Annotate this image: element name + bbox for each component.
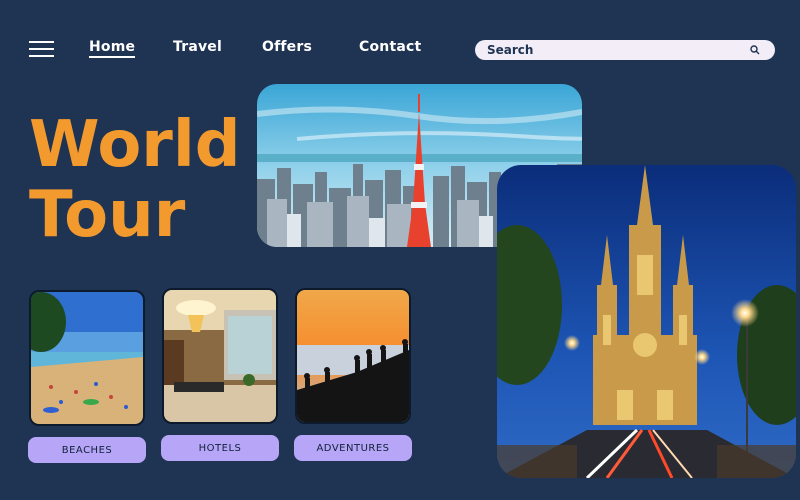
hotels-card[interactable]: [162, 288, 278, 424]
nav-travel[interactable]: Travel: [173, 39, 222, 55]
beaches-card[interactable]: [29, 290, 145, 426]
search-bar: [475, 40, 775, 60]
nav-offers[interactable]: Offers: [262, 39, 312, 55]
hamburger-menu-icon[interactable]: [29, 41, 54, 57]
cathedral-photo: [497, 165, 796, 478]
nav-home[interactable]: Home: [89, 39, 136, 58]
hero-title-line2: Tour: [29, 178, 186, 252]
search-icon[interactable]: [749, 44, 761, 56]
hero-title: World Tour: [29, 110, 241, 250]
adventures-card[interactable]: [295, 288, 411, 424]
hero-title-line1: World: [29, 108, 241, 182]
nav-contact[interactable]: Contact: [359, 39, 421, 55]
hotels-button[interactable]: HOTELS: [161, 435, 279, 461]
search-input[interactable]: [487, 40, 737, 60]
adventures-button[interactable]: ADVENTURES: [294, 435, 412, 461]
beaches-button[interactable]: BEACHES: [28, 437, 146, 463]
